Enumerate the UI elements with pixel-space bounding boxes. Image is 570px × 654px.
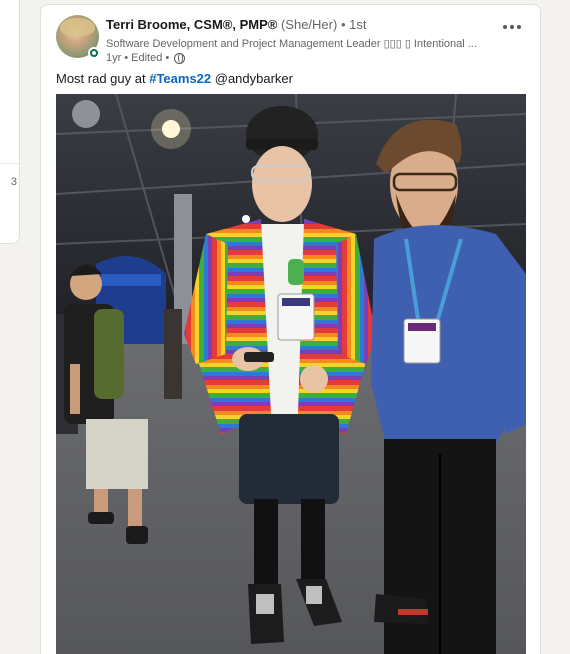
- mention-text[interactable]: @andybarker: [211, 71, 293, 86]
- online-status-icon: [88, 47, 100, 59]
- post-age[interactable]: 1yr: [106, 52, 121, 64]
- author-name[interactable]: Terri Broome, CSM®, PMP®: [106, 17, 277, 32]
- sidebar-partial-count: 3: [10, 176, 17, 188]
- ellipsis-dot: [503, 25, 507, 29]
- sidebar-divider: [0, 163, 19, 164]
- author-headline[interactable]: Software Development and Project Managem…: [106, 37, 492, 50]
- edited-label: Edited: [131, 52, 163, 64]
- separator-dot: •: [165, 52, 170, 64]
- connection-degree: 1st: [349, 17, 367, 32]
- post-header: Terri Broome, CSM®, PMP® (She/Her) • 1st…: [56, 15, 530, 65]
- separator-dot: •: [124, 52, 129, 64]
- ellipsis-dot: [517, 25, 521, 29]
- post-meta: 1yr • Edited •: [106, 52, 186, 64]
- post-text: Most rad guy at #Teams22 @andybarker: [56, 71, 293, 86]
- avatar-hair: [60, 18, 95, 36]
- left-sidebar-card: 3: [0, 0, 20, 244]
- post-text-prefix: Most rad guy at: [56, 71, 150, 86]
- post-image[interactable]: [56, 94, 526, 654]
- photo-illustration: [56, 94, 526, 654]
- separator-dot: •: [340, 17, 346, 32]
- author-name-line: Terri Broome, CSM®, PMP® (She/Her) • 1st: [106, 17, 366, 32]
- author-pronouns: (She/Her): [280, 17, 338, 32]
- more-options-button[interactable]: [498, 17, 526, 37]
- hashtag-link[interactable]: #Teams22: [149, 71, 211, 86]
- feed-post: Terri Broome, CSM®, PMP® (She/Her) • 1st…: [40, 4, 541, 654]
- globe-icon: [174, 52, 186, 64]
- ellipsis-dot: [510, 25, 514, 29]
